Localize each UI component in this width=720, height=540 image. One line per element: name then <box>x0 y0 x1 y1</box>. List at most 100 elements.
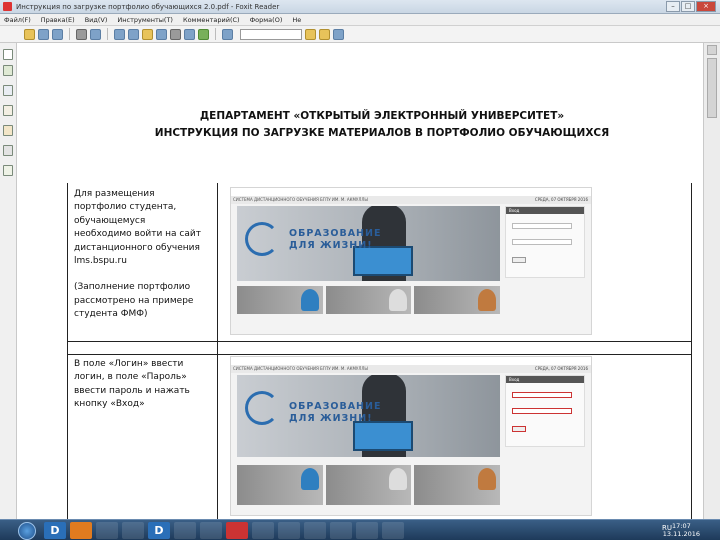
document-title-line1: ДЕПАРТАМЕНТ «ОТКРЫТЫЙ ЭЛЕКТРОННЫЙ УНИВЕР… <box>199 110 565 122</box>
print-icon[interactable] <box>76 28 87 40</box>
comment-tool-icon[interactable] <box>319 28 330 40</box>
login-field-highlighted[interactable] <box>512 392 572 398</box>
site-tile[interactable] <box>237 286 323 314</box>
system-clock[interactable]: 17:07 13.11.2016 <box>663 522 700 538</box>
gamepad-icon[interactable] <box>96 522 118 539</box>
zoom-icon[interactable] <box>128 28 139 40</box>
row1-instruction-text: Для размещения портфолио студента, обуча… <box>74 189 201 320</box>
support-icon <box>478 289 497 311</box>
attachments-icon[interactable] <box>3 145 13 156</box>
table-border-mid <box>217 183 218 519</box>
menu-view[interactable]: Вид(V) <box>85 16 108 24</box>
bookmarks-icon[interactable] <box>3 65 13 76</box>
menu-edit[interactable]: Правка(E) <box>41 16 75 24</box>
game-icon[interactable] <box>122 522 144 539</box>
window-title: Инструкция по загрузке портфолио обучающ… <box>16 2 280 11</box>
table-row-divider <box>67 341 692 342</box>
table-border-left <box>67 183 68 519</box>
pages-icon[interactable] <box>3 85 13 96</box>
users-icon <box>300 468 319 490</box>
hand-tool-icon[interactable] <box>142 28 153 40</box>
more-tools-icon[interactable] <box>333 28 344 40</box>
task-d-app[interactable]: D <box>148 522 170 539</box>
minimize-button[interactable]: – <box>666 1 680 12</box>
site-tiles <box>237 465 501 505</box>
website-screenshot-1: СИСТЕМА ДИСТАНЦИОННОГО ОБУЧЕНИЯ БГПУ ИМ.… <box>230 187 592 335</box>
menu-form[interactable]: Форма(O) <box>250 16 283 24</box>
open-icon[interactable] <box>24 28 35 40</box>
site-date: СРЕДА, 07 ОКТЯБРЯ 2016 <box>534 366 588 371</box>
scan-icon[interactable] <box>114 28 125 40</box>
select-text-icon[interactable] <box>156 28 167 40</box>
site-tile[interactable] <box>325 465 412 505</box>
toolbar-separator <box>107 28 108 40</box>
table-border-right <box>691 183 692 519</box>
monitor-icon[interactable] <box>252 522 274 539</box>
find-icon[interactable] <box>222 28 233 40</box>
support-icon <box>478 468 497 490</box>
search-input[interactable] <box>240 28 302 40</box>
table-row-divider <box>67 354 692 355</box>
site-date: СРЕДА, 07 ОКТЯБРЯ 2016 <box>534 197 588 202</box>
university-logo-icon <box>245 222 279 256</box>
site-tile[interactable] <box>414 465 501 505</box>
presentation-icon[interactable] <box>304 522 326 539</box>
document-viewport[interactable]: ДЕПАРТАМЕНТ «ОТКРЫТЫЙ ЭЛЕКТРОННЫЙ УНИВЕР… <box>17 43 703 519</box>
windows-taskbar: D D RU 17:07 13.11.2016 <box>0 519 720 540</box>
pdf-icon[interactable] <box>174 522 196 539</box>
site-banner: ОБРАЗОВАНИЕ ДЛЯ ЖИЗНИ! <box>237 206 500 281</box>
toolbar <box>0 26 720 43</box>
expand-icon[interactable] <box>3 49 13 60</box>
snapshot-icon[interactable] <box>170 28 181 40</box>
maximize-button[interactable]: □ <box>681 1 695 12</box>
login-button[interactable] <box>512 257 526 263</box>
image-icon[interactable] <box>356 522 378 539</box>
chrome-icon[interactable] <box>226 522 248 539</box>
login-header: Вход <box>506 376 584 383</box>
login-panel: Вход <box>505 206 585 278</box>
menu-file[interactable]: Файл(F) <box>4 16 31 24</box>
typewriter-icon[interactable] <box>198 28 209 40</box>
search-options-icon[interactable] <box>305 28 316 40</box>
banner-slogan: ОБРАЗОВАНИЕ ДЛЯ ЖИЗНИ! <box>289 401 382 424</box>
site-tile[interactable] <box>325 286 412 314</box>
layers-icon[interactable] <box>3 105 13 116</box>
site-tile[interactable] <box>414 286 501 314</box>
users-icon <box>300 289 319 311</box>
save-icon[interactable] <box>38 28 49 40</box>
menu-comment[interactable]: Комментарий(C) <box>183 16 240 24</box>
university-logo-icon <box>245 391 279 425</box>
fit-page-icon[interactable] <box>184 28 195 40</box>
signatures-icon[interactable] <box>3 165 13 176</box>
excel-icon[interactable] <box>330 522 352 539</box>
banner-slogan: ОБРАЗОВАНИЕ ДЛЯ ЖИЗНИ! <box>289 228 382 251</box>
menu-tools[interactable]: Инструменты(T) <box>117 16 173 24</box>
word-icon[interactable] <box>278 522 300 539</box>
network-icon[interactable] <box>200 522 222 539</box>
scroll-up-icon[interactable] <box>707 45 717 55</box>
firefox-icon[interactable] <box>70 522 92 539</box>
close-button[interactable]: × <box>696 1 716 12</box>
login-header: Вход <box>506 207 584 214</box>
documents-icon <box>389 468 408 490</box>
save-as-icon[interactable] <box>52 28 63 40</box>
toolbar-separator <box>215 28 216 40</box>
navigation-pane <box>0 43 17 519</box>
site-tile[interactable] <box>237 465 323 505</box>
comments-icon[interactable] <box>3 125 13 136</box>
documents-icon <box>389 289 408 311</box>
email-icon[interactable] <box>90 28 101 40</box>
password-field[interactable] <box>512 239 572 245</box>
login-button-highlighted[interactable] <box>512 426 526 432</box>
vertical-scrollbar[interactable] <box>703 43 720 519</box>
task-d-app[interactable]: D <box>44 522 66 539</box>
pen-icon[interactable] <box>382 522 404 539</box>
login-panel: Вход <box>505 375 585 447</box>
scroll-thumb[interactable] <box>707 58 717 118</box>
start-button[interactable] <box>18 522 36 540</box>
banner-laptop <box>353 421 413 451</box>
site-tiles <box>237 286 501 314</box>
menu-more[interactable]: Не <box>292 16 301 24</box>
password-field-highlighted[interactable] <box>512 408 572 414</box>
login-field[interactable] <box>512 223 572 229</box>
